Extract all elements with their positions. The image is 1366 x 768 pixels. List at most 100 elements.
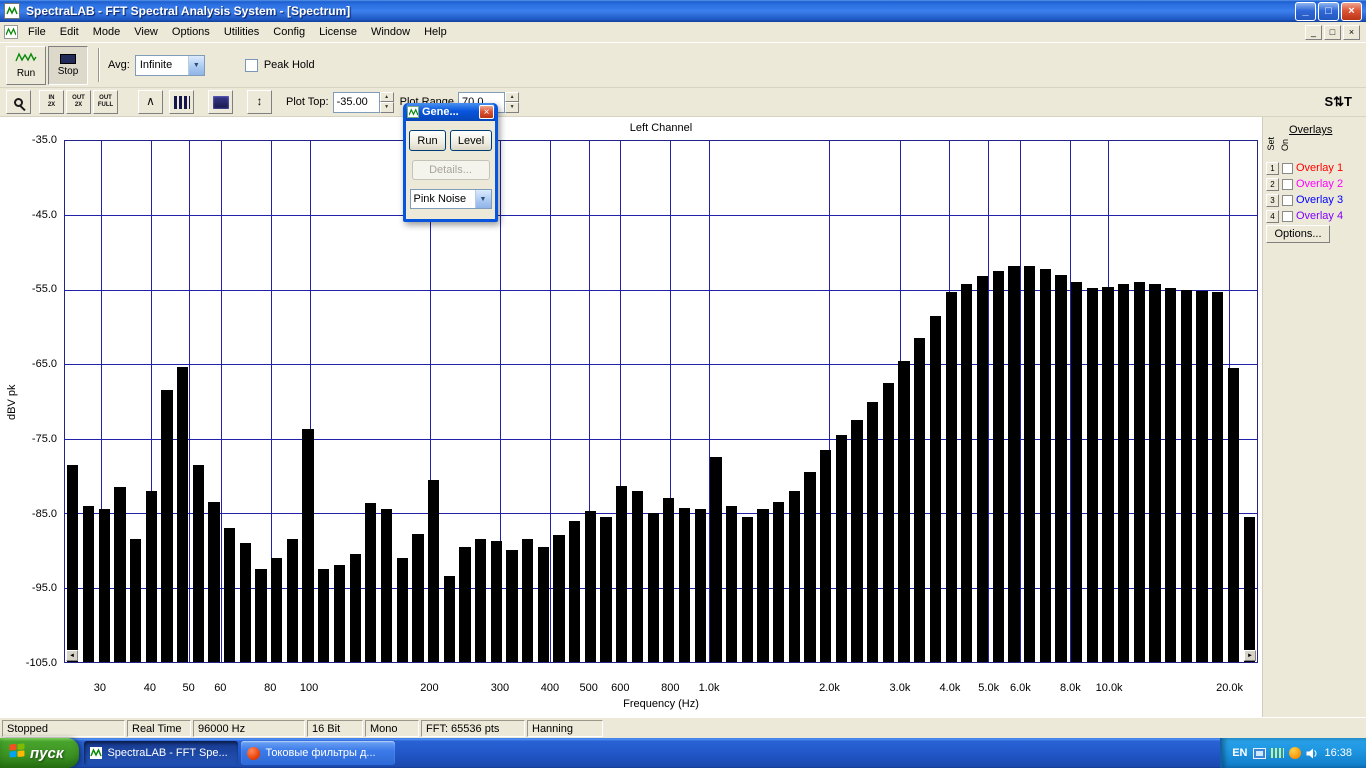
volume-icon[interactable] — [1306, 748, 1318, 759]
status-field: Hanning — [527, 719, 603, 737]
plot-range-decrement[interactable]: ▼ — [505, 102, 520, 113]
plot-range-increment[interactable]: ▲ — [505, 91, 520, 102]
chevron-down-icon[interactable]: ▼ — [187, 55, 204, 75]
menu-item-mode[interactable]: Mode — [86, 23, 128, 41]
stop-button[interactable]: Stop — [48, 45, 88, 85]
plot-area[interactable]: ◄ ► — [64, 140, 1258, 663]
v-gridline — [221, 141, 223, 662]
x-tick-label: 400 — [540, 682, 560, 694]
close-button[interactable]: × — [1341, 1, 1362, 21]
spectrum-bar — [1165, 287, 1177, 662]
overlay-on-checkbox-1[interactable] — [1282, 162, 1293, 174]
system-tray: EN 16:38 — [1220, 738, 1366, 768]
signal-strength-icon[interactable] — [1271, 748, 1285, 758]
start-button[interactable]: пуск — [0, 738, 80, 768]
spectrum-bar — [1227, 368, 1240, 662]
spectrum-bar — [396, 557, 408, 662]
spectrum-bar — [239, 542, 251, 662]
taskbar-task[interactable]: SpectraLAB - FFT Spe... — [84, 741, 239, 765]
amplitude-range-icon[interactable]: ↕ — [247, 90, 272, 114]
menu-item-edit[interactable]: Edit — [53, 23, 86, 41]
restore-button[interactable]: □ — [1318, 1, 1339, 21]
taskbar: пуск SpectraLAB - FFT Spe... Токовые филь… — [0, 738, 1366, 768]
spectrum-bar — [992, 270, 1004, 662]
plot-top-label: Plot Top: — [286, 96, 329, 108]
overlay-on-checkbox-4[interactable] — [1282, 210, 1293, 222]
overlay-set-button-1[interactable]: 1 — [1266, 161, 1279, 175]
zoom-out-2x-icon[interactable]: OUT 2X — [66, 90, 91, 114]
zoom-icon[interactable] — [6, 90, 31, 114]
overlay-set-button-2[interactable]: 2 — [1266, 177, 1279, 191]
minimize-button[interactable]: _ — [1295, 1, 1316, 21]
overlays-options-button[interactable]: Options... — [1266, 225, 1330, 243]
child-restore-button[interactable]: □ — [1324, 24, 1341, 40]
spectrum-bar — [772, 501, 785, 662]
menu-item-utilities[interactable]: Utilities — [217, 23, 266, 41]
taskbar-task[interactable]: Токовые фильтры д... — [241, 741, 396, 765]
network-status-icon[interactable] — [1253, 747, 1267, 759]
child-close-button[interactable]: × — [1343, 24, 1360, 40]
status-field: 16 Bit — [307, 719, 363, 737]
y-tick-label: -45.0 — [31, 208, 57, 221]
plot-top-value[interactable]: -35.00 — [332, 91, 380, 113]
signal-trigger-icon[interactable]: S⇅T — [1324, 94, 1352, 110]
child-minimize-button[interactable]: _ — [1305, 24, 1322, 40]
menu-item-license[interactable]: License — [312, 23, 364, 41]
x-tick-label: 8.0k — [1059, 682, 1081, 694]
scroll-right-icon[interactable]: ► — [1244, 650, 1256, 661]
menu-item-help[interactable]: Help — [417, 23, 454, 41]
menu-item-file[interactable]: File — [21, 23, 53, 41]
stop-icon — [60, 53, 76, 64]
transport-toolbar: Run Stop Avg: Infinite ▼ Peak Hold — [0, 43, 1366, 88]
spectrum-bar — [412, 533, 424, 662]
language-indicator[interactable]: EN — [1232, 747, 1247, 759]
zoom-icon-glyph — [14, 97, 23, 107]
spectrum-bar — [804, 472, 816, 662]
update-notify-icon[interactable] — [1289, 747, 1302, 759]
plot-top-decrement[interactable]: ▼ — [379, 102, 394, 113]
x-tick-label: 2.0k — [819, 682, 840, 694]
spectrogram-display-icon[interactable] — [208, 90, 233, 114]
generator-run-button[interactable]: Run — [409, 130, 446, 151]
generator-dialog-titlebar[interactable]: Gene... × — [406, 103, 495, 121]
overlay-set-button-3[interactable]: 3 — [1266, 193, 1279, 207]
scroll-left-icon[interactable]: ◄ — [66, 650, 78, 661]
averaging-select[interactable]: Infinite ▼ — [134, 54, 205, 76]
task-label: SpectraLAB - FFT Spe... — [107, 747, 228, 759]
spectrum-bar — [757, 509, 769, 662]
spectrum-bar — [1055, 274, 1067, 662]
plot-top-increment[interactable]: ▲ — [379, 91, 394, 102]
generator-details-button[interactable]: Details... — [411, 160, 490, 180]
zoom-out-full-icon[interactable]: OUT FULL — [93, 90, 118, 114]
generator-level-button[interactable]: Level — [450, 130, 492, 151]
x-tick-label: 200 — [420, 682, 439, 694]
menu-item-config[interactable]: Config — [266, 23, 312, 41]
overlay-on-checkbox-3[interactable] — [1282, 194, 1293, 206]
clock: 16:38 — [1324, 747, 1352, 759]
x-tick-label: 600 — [611, 682, 630, 694]
menubar: File Edit Mode View Options Utilities Config Li… — [0, 22, 1366, 43]
spectrum-bar — [380, 509, 393, 662]
chevron-down-icon[interactable]: ▼ — [474, 190, 491, 208]
overlay-set-button-4[interactable]: 4 — [1266, 209, 1279, 223]
peak-cursor-icon[interactable]: ∧ — [138, 90, 163, 114]
zoom-in-2x-icon[interactable]: IN 2X — [39, 90, 64, 114]
y-tick-label: -55.0 — [31, 283, 57, 296]
spectrum-bar — [129, 539, 142, 662]
peak-hold-checkbox[interactable] — [244, 58, 258, 72]
menu-item-window[interactable]: Window — [364, 23, 417, 41]
menu-item-view[interactable]: View — [127, 23, 165, 41]
spectrum-bar — [1086, 288, 1098, 662]
spectrum-bar — [929, 315, 942, 662]
spectrum-display-icon[interactable] — [169, 90, 194, 114]
generator-signal-select[interactable]: Pink Noise ▼ — [409, 189, 492, 209]
overlay-on-checkbox-2[interactable] — [1282, 178, 1293, 190]
generator-close-icon[interactable]: × — [479, 105, 494, 119]
generator-dialog-title: Gene... — [422, 106, 459, 118]
menu-item-options[interactable]: Options — [165, 23, 217, 41]
status-field: 96000 Hz — [193, 719, 305, 737]
menubar-items: File Edit Mode View Options Utilities Config Li… — [21, 23, 454, 41]
run-button[interactable]: Run — [6, 45, 46, 85]
spectrum-bar — [208, 501, 220, 662]
status-field: Stopped — [2, 719, 125, 737]
